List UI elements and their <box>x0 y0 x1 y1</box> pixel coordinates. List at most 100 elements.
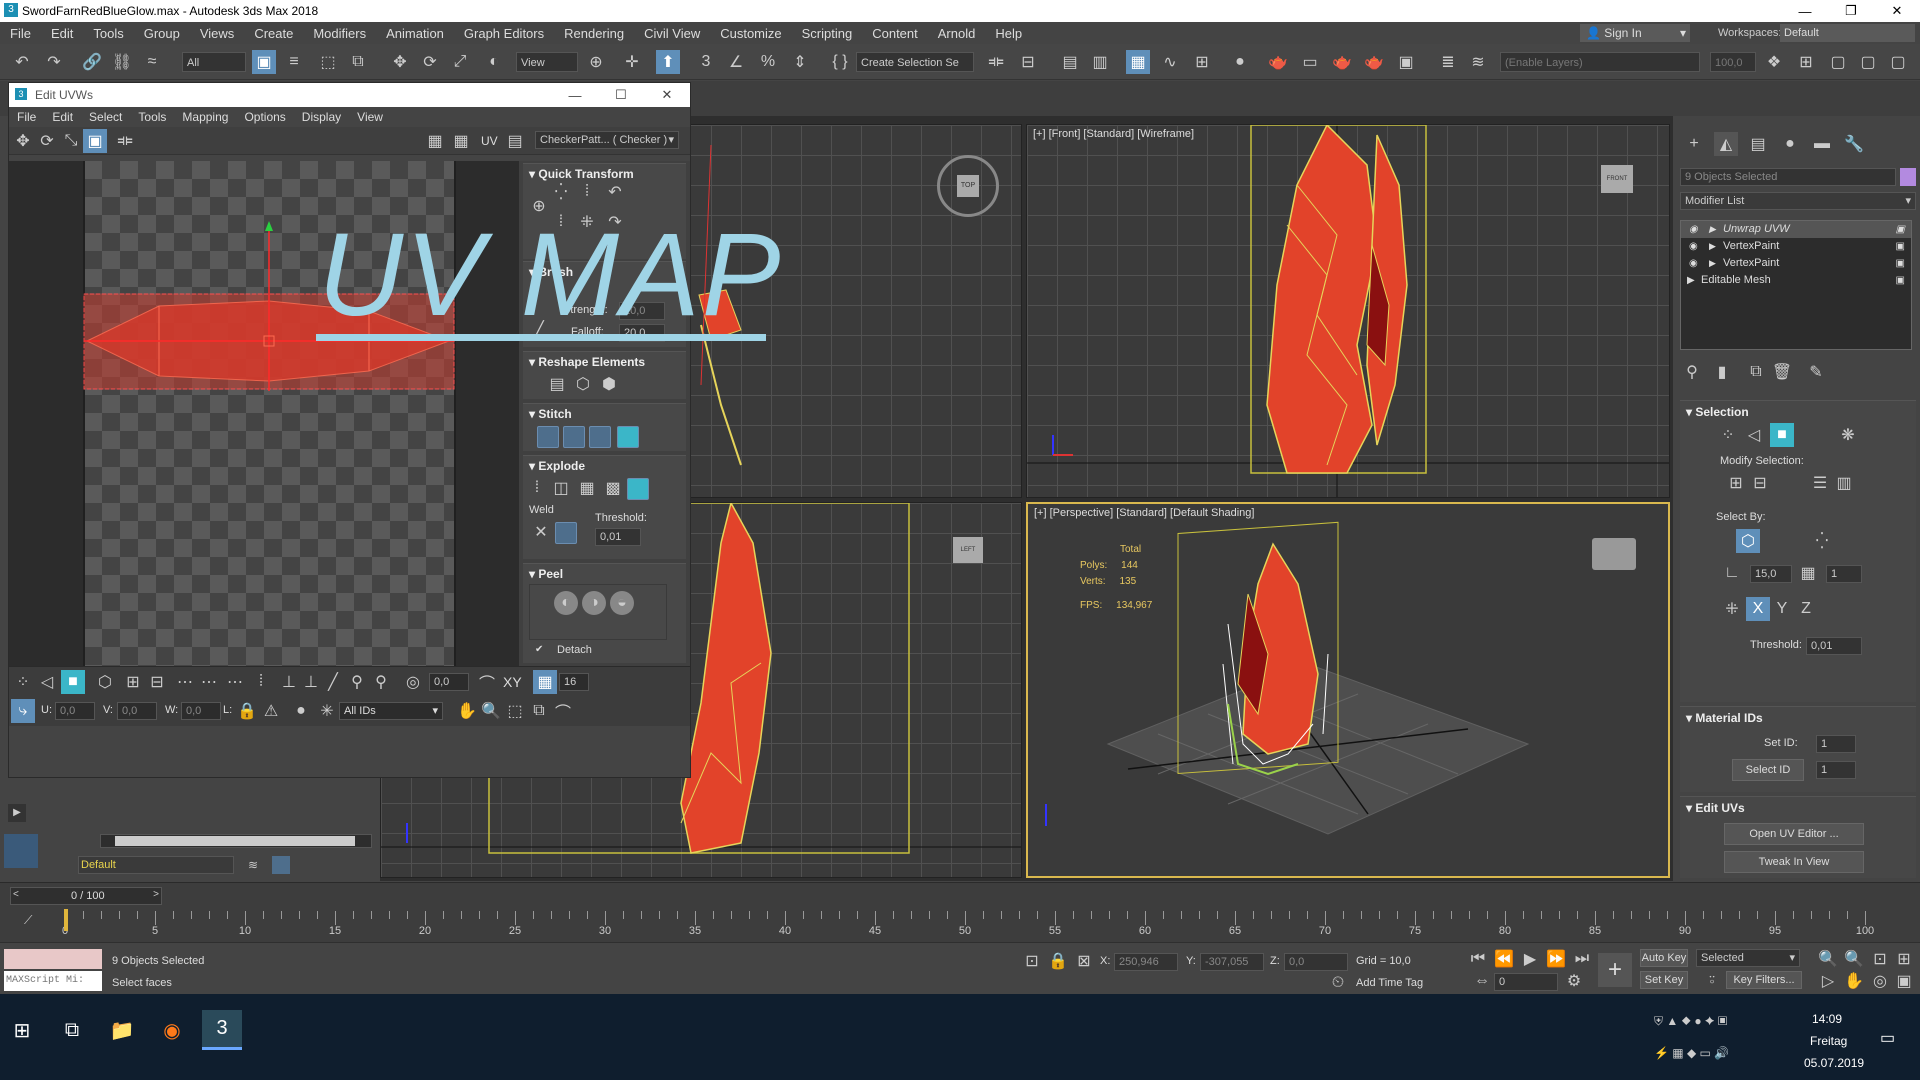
select-object-icon[interactable]: ▣ <box>252 50 276 74</box>
uv-shrink-icon[interactable]: ⊟ <box>145 670 169 694</box>
uv-scale-icon[interactable]: ⤡ <box>59 129 83 153</box>
render-setup-icon[interactable]: 🫖 <box>1266 50 1290 74</box>
pan-view-icon[interactable]: ✋ <box>1842 969 1866 993</box>
weld-target-icon[interactable] <box>555 522 577 544</box>
eye-icon[interactable]: ◉ <box>1689 238 1698 255</box>
auto-key-button[interactable]: Auto Key <box>1640 949 1688 967</box>
uv-minimize-button[interactable]: — <box>552 83 598 107</box>
file-explorer-icon[interactable]: 📁 <box>102 1010 142 1050</box>
y-axis-icon[interactable]: Y <box>1770 597 1794 621</box>
percent-snap-icon[interactable]: % <box>756 50 780 74</box>
break-icon[interactable]: ⁞ <box>525 476 549 500</box>
uv-coord-space[interactable]: XY <box>503 674 522 690</box>
freeze-icon[interactable]: ✳ <box>315 699 339 723</box>
vertex-mode-icon[interactable]: ⁘ <box>1716 423 1740 447</box>
goto-start-icon[interactable]: ⏮ <box>1466 947 1490 971</box>
rectangular-selection-icon[interactable]: ⬚ <box>316 50 340 74</box>
scene-explorer-icon[interactable]: ▤ <box>1058 50 1082 74</box>
pin-stack-icon[interactable]: ⚲ <box>1680 360 1704 384</box>
angle-spinner[interactable]: 15,0 <box>1750 565 1792 583</box>
object-name-field[interactable]: 9 Objects Selected <box>1680 168 1896 186</box>
maxscript-field[interactable]: MAXScript Mi: <box>4 971 102 991</box>
uv-menu-options[interactable]: Options <box>236 110 293 124</box>
layer-toggle-icon[interactable] <box>272 856 290 874</box>
stitch-average-icon[interactable] <box>563 426 585 448</box>
window-crossing-icon[interactable]: ⧉ <box>346 50 370 74</box>
maximize-viewport-icon[interactable]: ⊞ <box>1892 947 1916 971</box>
scale-icon[interactable]: ⤢ <box>448 50 472 74</box>
ribbon-icon[interactable]: ▦ <box>1126 50 1150 74</box>
uv-menu-select[interactable]: Select <box>81 110 130 124</box>
v-field[interactable]: 0,0 <box>117 702 157 720</box>
relax-icon[interactable]: ⬡ <box>571 372 595 396</box>
explode-by-smoothing-icon[interactable]: ◫ <box>549 476 573 500</box>
clock-date[interactable]: 05.07.2019 <box>1804 1056 1864 1070</box>
x-axis-icon[interactable]: X <box>1746 597 1770 621</box>
zoom-extents-icon[interactable]: ⧉ <box>527 699 551 723</box>
selection-lock-icon[interactable]: 🔒 <box>1046 949 1070 973</box>
modifier-item[interactable]: ◉ ▶ Unwrap UVW ▣ <box>1681 221 1911 238</box>
uv-edge-distance-icon[interactable]: ▦ <box>533 670 557 694</box>
align-icon[interactable]: ⊟ <box>1016 50 1040 74</box>
goto-end-icon[interactable]: ⏭ <box>1570 947 1594 971</box>
menu-arnold[interactable]: Arnold <box>928 26 986 41</box>
xref-icon[interactable]: ▢ <box>1856 50 1880 74</box>
uv-rotate-icon[interactable]: ⟳ <box>35 129 59 153</box>
select-by-axis-icon[interactable]: ⁜ <box>1720 597 1744 621</box>
spinner-snap-icon[interactable]: ⇕ <box>788 50 812 74</box>
schematic-view-icon[interactable]: ⊞ <box>1190 50 1214 74</box>
modifier-list-dropdown[interactable]: Modifier List ▾ <box>1680 192 1916 210</box>
menu-modifiers[interactable]: Modifiers <box>303 26 376 41</box>
mirror-icon[interactable]: ⟚ <box>984 50 1008 74</box>
set-key-big-button[interactable]: + <box>1598 953 1632 987</box>
tray-icons[interactable]: ⛨ ▲ ◆ ● ✦ ▣ <box>1654 1014 1727 1029</box>
uv-falloff-type-icon[interactable]: ⌒ <box>475 670 499 694</box>
menu-rendering[interactable]: Rendering <box>554 26 634 41</box>
explode-by-polygon-icon[interactable]: ▩ <box>601 476 625 500</box>
timeline-ruler[interactable]: 0 5 10 15 20 25 30 35 40 45 50 55 60 65 70 75 80 85 90 95 10… <box>62 911 1874 941</box>
uv-paint-shrink-icon[interactable]: ⊥ <box>299 670 323 694</box>
stitch-custom-icon[interactable] <box>617 426 639 448</box>
modifier-item[interactable]: ◉ ▶ VertexPaint ▣ <box>1681 255 1911 272</box>
explode-custom-icon[interactable] <box>627 478 649 500</box>
rendered-frame-icon[interactable]: ▭ <box>1298 50 1322 74</box>
clock-day[interactable]: Freitag <box>1810 1034 1847 1048</box>
expand-icon[interactable]: ▶ <box>1709 238 1716 255</box>
reference-coord-dropdown[interactable]: View <box>516 52 578 72</box>
link-icon[interactable]: 🔗 <box>80 50 104 74</box>
uv-menu-edit[interactable]: Edit <box>44 110 81 124</box>
z-field[interactable]: 0,0 <box>1284 953 1348 971</box>
curve-editor-icon[interactable]: ∿ <box>1158 50 1182 74</box>
minimize-button[interactable]: — <box>1782 0 1828 22</box>
ring-selection-icon[interactable]: ☰ <box>1808 471 1832 495</box>
object-color-swatch[interactable] <box>1900 168 1916 186</box>
rotate-icon[interactable]: ⟳ <box>418 50 442 74</box>
sign-in-button[interactable]: 👤 Sign In ▾ <box>1580 24 1690 42</box>
menu-graph-editors[interactable]: Graph Editors <box>454 26 554 41</box>
show-end-result-icon[interactable]: ▮ <box>1710 360 1734 384</box>
reset-peel-icon[interactable]: ◒ <box>610 591 634 615</box>
current-frame-field[interactable]: 0 <box>1494 973 1558 991</box>
viewport-front[interactable]: [+] [Front] [Standard] [Wireframe] FRONT <box>1026 124 1670 498</box>
menu-civil-view[interactable]: Civil View <box>634 26 710 41</box>
orbit-icon[interactable]: ◎ <box>1868 969 1892 993</box>
layers-icon[interactable]: ≣ <box>1436 50 1460 74</box>
layers-dropdown[interactable]: (Enable Layers) <box>1500 52 1700 72</box>
field-of-view-icon[interactable]: ▷ <box>1816 969 1840 993</box>
time-tag-icon[interactable]: ⏲ <box>1326 971 1350 995</box>
stitch-target-icon[interactable] <box>589 426 611 448</box>
time-cursor[interactable] <box>64 909 68 931</box>
uv-close-button[interactable]: ✕ <box>644 83 690 107</box>
stitch-source-icon[interactable] <box>537 426 559 448</box>
uv-brush-icon[interactable]: ╱ <box>321 670 345 694</box>
expand-icon[interactable]: ▶ <box>1709 255 1716 272</box>
x-field[interactable]: 250,946 <box>1114 953 1178 971</box>
zoom-extents-all-icon[interactable]: ⊡ <box>1868 947 1892 971</box>
planar-angle-icon[interactable]: ∟ <box>1720 561 1744 585</box>
qt-align-vertical-icon[interactable]: ⦙ <box>575 180 599 204</box>
zoom-field[interactable]: 100,0 <box>1710 52 1756 72</box>
relax-polygon-icon[interactable]: ⬢ <box>597 372 621 396</box>
uv-vertex-icon[interactable]: ⁘ <box>11 670 35 694</box>
next-frame-icon[interactable]: > <box>153 889 159 900</box>
count-spinner[interactable]: 1 <box>1826 565 1862 583</box>
